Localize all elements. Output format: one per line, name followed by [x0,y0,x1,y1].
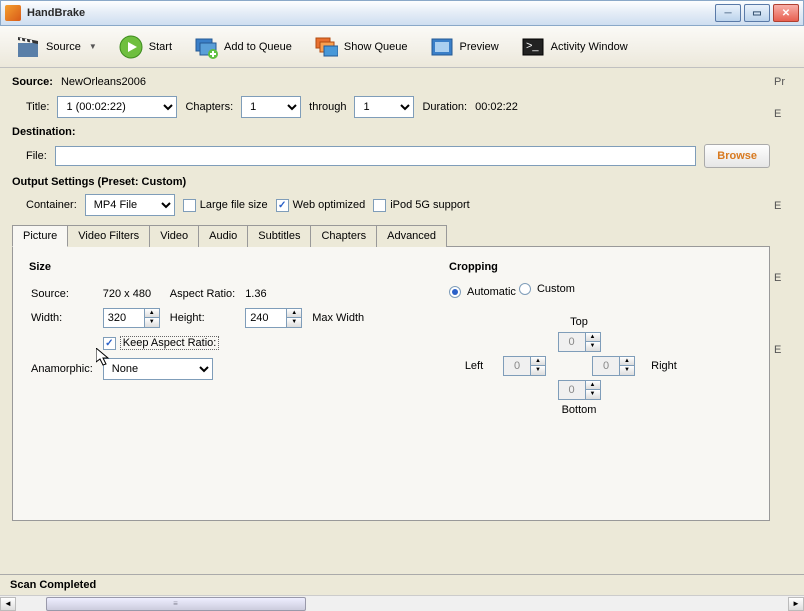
svg-text:>_: >_ [526,40,539,52]
web-opt-label: Web optimized [293,199,366,211]
preview-icon [430,35,454,59]
large-file-label: Large file size [200,199,268,211]
tab-chapters[interactable]: Chapters [310,225,377,247]
keep-aspect-checkbox[interactable]: ✓ Keep Aspect Ratio: [103,336,220,350]
window-titlebar: HandBrake ─ ▭ ✕ [0,0,804,26]
aspect-label: Aspect Ratio: [170,285,243,303]
file-label: File: [26,150,47,162]
destination-heading: Destination: [12,126,770,138]
anamorphic-label: Anamorphic: [31,355,101,383]
crop-left-label: Left [465,360,483,372]
crop-auto-label: Automatic [467,286,516,298]
app-icon [5,5,21,21]
maximize-button[interactable]: ▭ [744,4,770,22]
height-spinner[interactable]: ▲▼ [245,308,302,328]
crop-right-label: Right [651,360,677,372]
status-text: Scan Completed [0,575,804,595]
tab-video[interactable]: Video [149,225,199,247]
show-queue-button[interactable]: Show Queue [308,31,414,63]
source-button[interactable]: Source ▼ [10,31,103,63]
crop-bottom-label: Bottom [562,404,597,416]
chapter-to-select[interactable]: 1 [354,96,414,118]
tab-advanced[interactable]: Advanced [376,225,447,247]
show-queue-icon [314,35,338,59]
title-select[interactable]: 1 (00:02:22) [57,96,177,118]
spin-down-icon[interactable]: ▼ [145,318,159,327]
crop-bottom-spinner[interactable]: ▲▼ [558,380,601,400]
source-dim-value: 720 x 480 [103,285,168,303]
web-optimized-checkbox[interactable]: ✓Web optimized [276,199,366,212]
source-value: NewOrleans2006 [61,76,146,88]
width-input[interactable] [103,308,145,328]
window-title: HandBrake [27,7,715,19]
ipod-label: iPod 5G support [390,199,470,211]
settings-tabs: Picture Video Filters Video Audio Subtit… [12,224,770,246]
close-button[interactable]: ✕ [773,4,799,22]
anamorphic-select[interactable]: None [103,358,213,380]
ipod-checkbox[interactable]: iPod 5G support [373,199,470,212]
activity-window-button[interactable]: >_ Activity Window [515,31,634,63]
add-queue-label: Add to Queue [224,41,292,53]
add-to-queue-button[interactable]: Add to Queue [188,31,298,63]
tab-video-filters[interactable]: Video Filters [67,225,150,247]
presets-sidebar-collapsed[interactable]: Pr E E E E [770,76,792,521]
height-label: Height: [170,305,243,331]
through-label: through [309,101,346,113]
spin-down-icon[interactable]: ▼ [287,318,301,327]
crop-top-spinner[interactable]: ▲▼ [558,332,601,352]
dropdown-arrow-icon: ▼ [89,42,97,51]
tab-audio[interactable]: Audio [198,225,248,247]
crop-top-label: Top [570,316,588,328]
status-bar: Scan Completed ◄ ≡ ► [0,574,804,604]
main-toolbar: Source ▼ Start Add to Queue Show Queue P… [0,26,804,68]
chapters-label: Chapters: [185,101,233,113]
source-dim-label: Source: [31,285,101,303]
width-label: Width: [31,305,101,331]
start-button[interactable]: Start [113,31,178,63]
show-queue-label: Show Queue [344,41,408,53]
duration-value: 00:02:22 [475,101,518,113]
file-input[interactable] [55,146,696,166]
height-input[interactable] [245,308,287,328]
minimize-button[interactable]: ─ [715,4,741,22]
crop-custom-radio[interactable]: Custom [519,283,575,295]
source-label: Source: [12,76,53,88]
terminal-icon: >_ [521,35,545,59]
size-heading: Size [29,261,389,273]
tab-picture[interactable]: Picture [12,225,68,247]
spin-up-icon[interactable]: ▲ [287,309,301,318]
clapperboard-icon [16,35,40,59]
crop-right-spinner[interactable]: ▲▼ [592,356,635,376]
output-settings-heading: Output Settings (Preset: Custom) [12,176,770,188]
crop-custom-label: Custom [537,283,575,295]
max-width-label: Max Width [312,305,372,331]
start-button-label: Start [149,41,172,53]
duration-label: Duration: [422,101,467,113]
preview-label: Preview [460,41,499,53]
spin-up-icon[interactable]: ▲ [145,309,159,318]
crop-left-spinner[interactable]: ▲▼ [503,356,546,376]
title-label: Title: [26,101,49,113]
aspect-value: 1.36 [245,285,310,303]
preview-button[interactable]: Preview [424,31,505,63]
keep-aspect-label: Keep Aspect Ratio: [120,336,220,350]
play-icon [119,35,143,59]
container-select[interactable]: MP4 File [85,194,175,216]
add-queue-icon [194,35,218,59]
activity-label: Activity Window [551,41,628,53]
large-file-checkbox[interactable]: Large file size [183,199,268,212]
crop-automatic-radio[interactable]: Automatic [449,286,516,298]
tab-panel-picture: Size Source: 720 x 480 Aspect Ratio: 1.3… [12,246,770,521]
source-button-label: Source [46,41,81,53]
container-label: Container: [26,199,77,211]
browse-button[interactable]: Browse [704,144,770,168]
cropping-heading: Cropping [449,261,689,273]
tab-subtitles[interactable]: Subtitles [247,225,311,247]
chapter-from-select[interactable]: 1 [241,96,301,118]
horizontal-scrollbar[interactable]: ◄ ≡ ► [0,595,804,611]
width-spinner[interactable]: ▲▼ [103,308,160,328]
